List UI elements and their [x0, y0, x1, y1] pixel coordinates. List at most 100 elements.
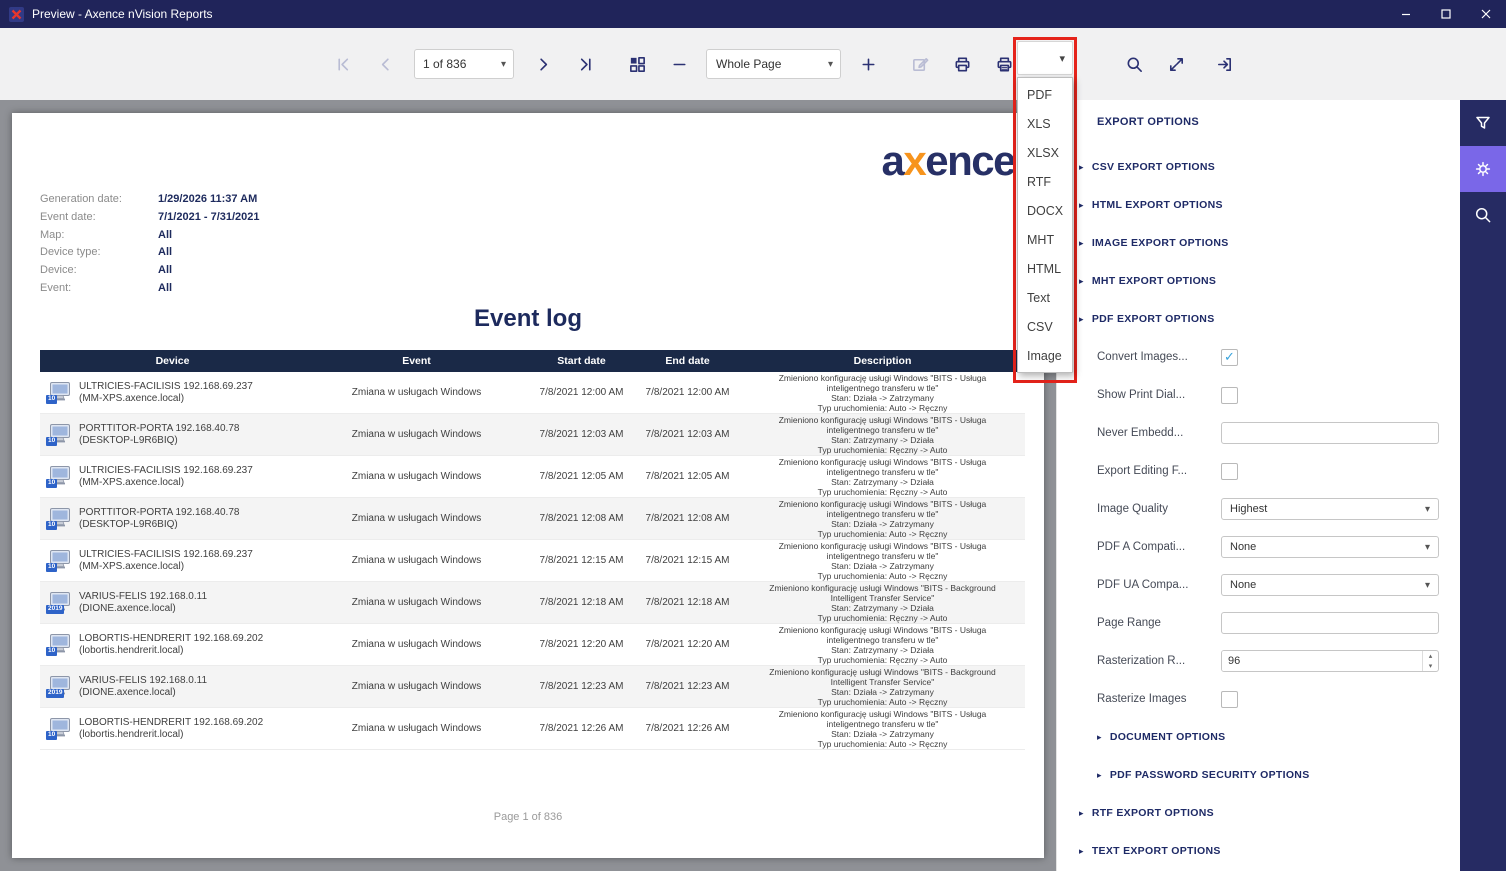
first-page-button[interactable]	[328, 49, 358, 79]
never-embedded-input[interactable]	[1221, 422, 1439, 444]
pdf-ua-compatibility-select[interactable]: None▾	[1221, 574, 1439, 596]
menu-item-docx[interactable]: DOCX	[1018, 196, 1072, 225]
section-label: IMAGE EXPORT OPTIONS	[1092, 237, 1229, 249]
end-date-cell: 7/8/2021 12:05 AM	[635, 456, 740, 497]
description-cell: Zmieniono konfigurację usługi Windows "B…	[740, 498, 1025, 539]
section-csv-export-options[interactable]: ▸CSV EXPORT OPTIONS	[1073, 148, 1448, 186]
page-layout-button[interactable]	[622, 49, 652, 79]
rasterization-resolution-spinner[interactable]: ▴▾	[1221, 650, 1439, 672]
chevron-down-icon[interactable]: ▾	[494, 59, 513, 70]
device-name: ULTRICIES-FACILISIS 192.168.69.237 (MM-X…	[79, 465, 277, 488]
event-cell: Zmiana w usługach Windows	[305, 540, 528, 581]
field-rasterize-images: Rasterize Images	[1073, 680, 1448, 718]
os-version-badge: 2019	[46, 605, 64, 614]
field-label: Rasterization R...	[1097, 655, 1221, 667]
chevron-down-icon[interactable]: ▾	[1059, 52, 1065, 65]
menu-item-html[interactable]: HTML	[1018, 254, 1072, 283]
app-logo-icon	[9, 7, 24, 22]
section-label: PDF PASSWORD SECURITY OPTIONS	[1110, 769, 1310, 781]
table-row: 10ULTRICIES-FACILISIS 192.168.69.237 (MM…	[40, 372, 1025, 414]
chevron-down-icon[interactable]: ▾	[821, 59, 840, 70]
section-label: DOCUMENT OPTIONS	[1110, 731, 1226, 743]
zoom-in-button[interactable]	[853, 49, 883, 79]
menu-item-text[interactable]: Text	[1018, 283, 1072, 312]
pdf-a-compatibility-select[interactable]: None▾	[1221, 536, 1439, 558]
print-button[interactable]	[947, 49, 977, 79]
search-tab[interactable]	[1460, 192, 1506, 238]
menu-item-xls[interactable]: XLS	[1018, 109, 1072, 138]
chevron-right-icon: ▸	[1079, 808, 1084, 819]
menu-item-csv[interactable]: CSV	[1018, 312, 1072, 341]
minimize-button[interactable]	[1386, 0, 1426, 28]
field-label: Page Range	[1097, 617, 1221, 629]
section-text-export-options[interactable]: ▸TEXT EXPORT OPTIONS	[1073, 832, 1448, 870]
export-settings-tab[interactable]	[1460, 146, 1506, 192]
windows-device-icon: 10	[48, 381, 73, 405]
meta-label: Device:	[40, 262, 158, 280]
search-button[interactable]	[1119, 49, 1149, 79]
zoom-out-button[interactable]	[664, 49, 694, 79]
page-number-combobox[interactable]: ▾	[414, 49, 514, 79]
preview-toolbar: ▾ Whole Page ▾	[0, 28, 1506, 100]
axence-logo: axence	[882, 137, 1015, 185]
end-date-cell: 7/8/2021 12:03 AM	[635, 414, 740, 455]
windows-device-icon: 2019	[48, 675, 73, 699]
event-cell: Zmiana w usługach Windows	[305, 498, 528, 539]
section-label: CSV EXPORT OPTIONS	[1092, 161, 1215, 173]
field-label: PDF A Compati...	[1097, 541, 1221, 553]
start-date-cell: 7/8/2021 12:18 AM	[528, 582, 635, 623]
select-value: None	[1230, 541, 1256, 553]
menu-item-mht[interactable]: MHT	[1018, 225, 1072, 254]
start-date-cell: 7/8/2021 12:00 AM	[528, 372, 635, 413]
menu-item-image[interactable]: Image	[1018, 341, 1072, 370]
spinner-input[interactable]	[1222, 651, 1422, 671]
section-document-options[interactable]: ▸DOCUMENT OPTIONS	[1073, 718, 1448, 756]
menu-item-xlsx[interactable]: XLSX	[1018, 138, 1072, 167]
export-format-combobox[interactable]: ▾	[1017, 41, 1073, 75]
table-row: 10LOBORTIS-HENDRERIT 192.168.69.202 (lob…	[40, 624, 1025, 666]
os-version-badge: 10	[46, 437, 57, 446]
export-editing-checkbox[interactable]	[1221, 463, 1238, 480]
section-image-export-options[interactable]: ▸IMAGE EXPORT OPTIONS	[1073, 224, 1448, 262]
end-date-cell: 7/8/2021 12:15 AM	[635, 540, 740, 581]
section-pdf-password-security-options[interactable]: ▸PDF PASSWORD SECURITY OPTIONS	[1073, 756, 1448, 794]
section-rtf-export-options[interactable]: ▸RTF EXPORT OPTIONS	[1073, 794, 1448, 832]
start-date-cell: 7/8/2021 12:23 AM	[528, 666, 635, 707]
spinner-down-icon[interactable]: ▾	[1423, 661, 1438, 671]
show-print-dialog-checkbox[interactable]	[1221, 387, 1238, 404]
close-button[interactable]	[1466, 0, 1506, 28]
rasterize-images-checkbox[interactable]	[1221, 691, 1238, 708]
image-quality-select[interactable]: Highest▾	[1221, 498, 1439, 520]
section-label: HTML EXPORT OPTIONS	[1092, 199, 1223, 211]
filter-tab[interactable]	[1460, 100, 1506, 146]
page-range-input[interactable]	[1221, 612, 1439, 634]
field-label: PDF UA Compa...	[1097, 579, 1221, 591]
close-preview-button[interactable]	[1209, 49, 1239, 79]
section-pdf-export-options[interactable]: ▸PDF EXPORT OPTIONS	[1073, 300, 1448, 338]
table-row: 10ULTRICIES-FACILISIS 192.168.69.237 (MM…	[40, 540, 1025, 582]
previous-page-button[interactable]	[370, 49, 400, 79]
field-convert-images: Convert Images... ✓	[1073, 338, 1448, 376]
maximize-button[interactable]	[1426, 0, 1466, 28]
edit-document-button[interactable]	[905, 49, 935, 79]
fullscreen-button[interactable]	[1161, 49, 1191, 79]
menu-item-pdf[interactable]: PDF	[1018, 80, 1072, 109]
section-mht-export-options[interactable]: ▸MHT EXPORT OPTIONS	[1073, 262, 1448, 300]
meta-label: Generation date:	[40, 191, 158, 209]
menu-item-rtf[interactable]: RTF	[1018, 167, 1072, 196]
description-cell: Zmieniono konfigurację usługi Windows "B…	[740, 456, 1025, 497]
meta-value: All	[158, 280, 172, 298]
spinner-up-icon[interactable]: ▴	[1423, 651, 1438, 661]
section-html-export-options[interactable]: ▸HTML EXPORT OPTIONS	[1073, 186, 1448, 224]
select-value: None	[1230, 579, 1256, 591]
convert-images-checkbox[interactable]: ✓	[1221, 349, 1238, 366]
zoom-level-combobox[interactable]: Whole Page ▾	[706, 49, 841, 79]
last-page-button[interactable]	[570, 49, 600, 79]
start-date-cell: 7/8/2021 12:20 AM	[528, 624, 635, 665]
window-title: Preview - Axence nVision Reports	[32, 7, 213, 21]
next-page-button[interactable]	[528, 49, 558, 79]
os-version-badge: 10	[46, 731, 57, 740]
page-number-input[interactable]	[415, 57, 485, 71]
description-cell: Zmieniono konfigurację usługi Windows "B…	[740, 666, 1025, 707]
section-label: TEXT EXPORT OPTIONS	[1092, 845, 1221, 857]
